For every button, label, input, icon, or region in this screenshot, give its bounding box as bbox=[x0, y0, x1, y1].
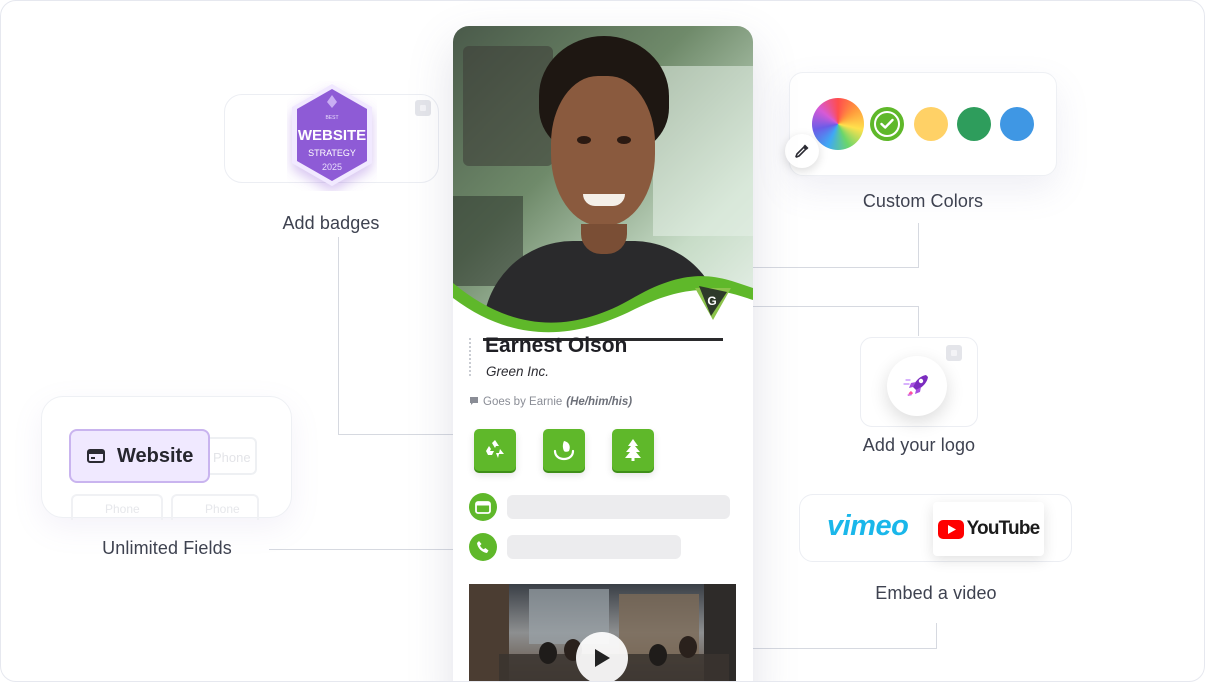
website-strategy-badge: BEST WEBSITE STRATEGY 2025 bbox=[292, 84, 372, 186]
recycle-badge[interactable] bbox=[474, 429, 516, 471]
website-field-icon[interactable] bbox=[469, 493, 497, 521]
company-logo-icon: G bbox=[695, 286, 731, 320]
connector-video-h bbox=[753, 648, 937, 649]
color-wheel-swatch[interactable] bbox=[812, 98, 864, 150]
logo-close-icon[interactable] bbox=[946, 345, 962, 361]
connector-colors-h bbox=[753, 267, 919, 268]
profile-company: Green Inc. bbox=[486, 364, 550, 379]
pronouns-label: (He/him/his) bbox=[566, 396, 633, 408]
badge-website-text: WEBSITE bbox=[298, 127, 366, 144]
check-icon bbox=[880, 118, 894, 129]
embed-video-caption: Embed a video bbox=[875, 583, 997, 603]
rocket-logo-icon bbox=[903, 375, 928, 396]
unlimited-fields-caption: Unlimited Fields bbox=[102, 538, 232, 558]
custom-colors-caption: Custom Colors bbox=[862, 191, 984, 211]
recycle-icon bbox=[486, 440, 504, 458]
add-logo-caption: Add your logo bbox=[862, 435, 976, 455]
profile-card: G Earnest Olson Green Inc. Goes by Earni… bbox=[453, 26, 753, 681]
video-play-button[interactable] bbox=[576, 632, 628, 681]
goes-by-label: Goes by Earnie bbox=[483, 396, 563, 408]
color-swatch-blue[interactable] bbox=[1000, 107, 1034, 141]
badge-strategy-text: STRATEGY bbox=[308, 148, 356, 158]
profile-name: Earnest Olson bbox=[485, 334, 628, 357]
badges-close-icon[interactable] bbox=[415, 100, 431, 116]
website-icon bbox=[475, 500, 491, 514]
website-field-label: Website bbox=[117, 444, 194, 467]
connector-badges-v bbox=[338, 237, 339, 435]
add-badges-caption: Add badges bbox=[282, 213, 380, 233]
vimeo-logo[interactable]: vimeo bbox=[827, 510, 909, 543]
tree-badge[interactable] bbox=[612, 429, 654, 471]
website-field-button[interactable]: Website bbox=[69, 429, 210, 483]
connector-badges-h bbox=[338, 434, 454, 435]
browser-icon bbox=[87, 449, 105, 463]
phone-field-placeholder bbox=[507, 535, 681, 559]
name-divider bbox=[469, 338, 471, 376]
company-logo: G bbox=[693, 284, 733, 322]
phone-field-icon[interactable] bbox=[469, 533, 497, 561]
goes-by-row: Goes by Earnie (He/him/his) bbox=[469, 396, 632, 408]
ghost-field-phone-3: Phone bbox=[171, 494, 259, 520]
youtube-label: YouTube bbox=[966, 518, 1041, 539]
svg-text:G: G bbox=[707, 294, 716, 308]
color-swatch-yellow[interactable] bbox=[914, 107, 948, 141]
connector-colors-v bbox=[918, 223, 919, 267]
youtube-card[interactable]: YouTube bbox=[933, 502, 1044, 556]
badge-best-text: BEST bbox=[325, 115, 338, 121]
color-swatch-dark-green[interactable] bbox=[957, 107, 991, 141]
leaf-hands-icon bbox=[553, 441, 575, 461]
connector-logo-v bbox=[918, 306, 919, 336]
website-field-placeholder bbox=[507, 495, 730, 519]
youtube-play-icon bbox=[937, 519, 964, 539]
tree-icon bbox=[625, 439, 641, 461]
leaf-hands-badge[interactable] bbox=[543, 429, 585, 471]
ghost-field-phone: Phone bbox=[205, 437, 257, 475]
canvas: BEST WEBSITE STRATEGY 2025 Add badges Cu… bbox=[0, 0, 1205, 682]
logo-circle bbox=[887, 356, 947, 416]
connector-logo-h bbox=[753, 306, 919, 307]
eyedropper-icon bbox=[795, 144, 809, 158]
ghost-field-phone-2: Phone bbox=[71, 494, 163, 520]
connector-fields-h bbox=[269, 549, 454, 550]
eyedropper-button[interactable] bbox=[785, 134, 819, 168]
play-icon bbox=[595, 649, 610, 667]
badge-year-text: 2025 bbox=[322, 162, 342, 172]
connector-video-v bbox=[936, 623, 937, 649]
phone-icon bbox=[477, 541, 489, 553]
embedded-video[interactable] bbox=[469, 584, 736, 681]
color-swatch-green-selected[interactable] bbox=[870, 107, 904, 141]
speech-bubble-icon bbox=[470, 397, 478, 405]
